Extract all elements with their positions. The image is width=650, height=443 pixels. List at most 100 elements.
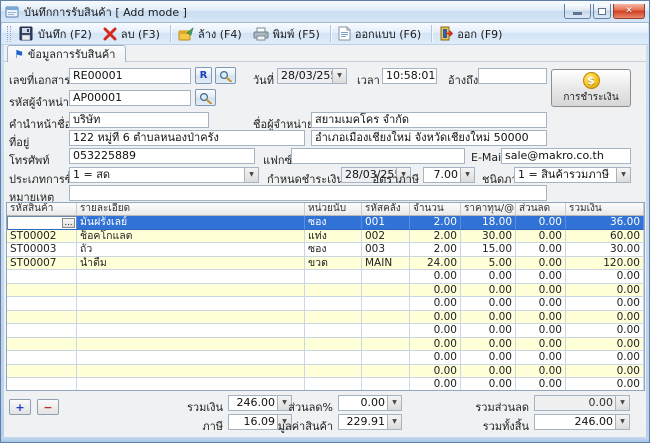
- grid-cell[interactable]: [305, 378, 362, 391]
- grid-cell[interactable]: [362, 284, 410, 298]
- column-header[interactable]: จำนวน: [410, 203, 461, 215]
- grid-cell[interactable]: 0.00: [516, 257, 566, 271]
- grid-row[interactable]: 0.000.000.000.00: [7, 338, 644, 352]
- grid-row[interactable]: 0.000.000.000.00: [7, 297, 644, 311]
- grid-cell[interactable]: [305, 270, 362, 284]
- grid-cell[interactable]: [7, 284, 77, 298]
- grid-cell[interactable]: 36.00: [566, 216, 644, 230]
- grid-row[interactable]: 0.000.000.000.00: [7, 284, 644, 298]
- tax-rate-select[interactable]: 7.00 ▼: [423, 167, 475, 183]
- grid-cell[interactable]: 0.00: [566, 311, 644, 325]
- grid-cell[interactable]: ST00001…: [7, 216, 77, 230]
- grid-row[interactable]: ST00007น้ำดื่มขวดMAIN24.005.000.00120.00: [7, 257, 644, 271]
- title-bar[interactable]: บันทึกการรับสินค้า [ Add mode ] ✕: [1, 1, 649, 23]
- address2-input[interactable]: อำเภอเมืองเชียงใหม่ จังหวัดเชียงใหม่ 500…: [311, 130, 547, 146]
- grid-cell[interactable]: [77, 324, 305, 338]
- grid-cell[interactable]: [77, 378, 305, 391]
- grid-cell[interactable]: [77, 284, 305, 298]
- grid-cell[interactable]: [7, 297, 77, 311]
- grid-cell[interactable]: 0.00: [566, 365, 644, 379]
- grid-cell[interactable]: ขวด: [305, 257, 362, 271]
- grid-cell[interactable]: [7, 378, 77, 391]
- doc-search-button[interactable]: [215, 67, 236, 84]
- close-button[interactable]: ✕: [613, 4, 645, 19]
- grid-cell[interactable]: [362, 378, 410, 391]
- grid-cell[interactable]: 0.00: [516, 297, 566, 311]
- grid-cell[interactable]: [362, 324, 410, 338]
- column-header[interactable]: ราคาทุน/@: [461, 203, 516, 215]
- grid-cell[interactable]: 0.00: [566, 378, 644, 391]
- grid-cell[interactable]: ST00007: [7, 257, 77, 271]
- grid-cell[interactable]: [77, 365, 305, 379]
- grid-cell[interactable]: 0.00: [461, 311, 516, 325]
- chevron-down-icon[interactable]: ▼: [616, 168, 630, 182]
- grid-cell[interactable]: [305, 324, 362, 338]
- column-header[interactable]: รหัสคลัง: [362, 203, 410, 215]
- grid-row[interactable]: 0.000.000.000.00: [7, 378, 644, 391]
- grid-cell[interactable]: 002: [362, 230, 410, 244]
- grid-row[interactable]: 0.000.000.000.00: [7, 324, 644, 338]
- grid-cell[interactable]: 0.00: [410, 365, 461, 379]
- date-picker[interactable]: 28/03/2556 ▼: [277, 68, 347, 84]
- grid-cell[interactable]: 0.00: [461, 324, 516, 338]
- grid-cell[interactable]: 003: [362, 243, 410, 257]
- grid-cell[interactable]: ซอง: [305, 243, 362, 257]
- add-row-button[interactable]: +: [9, 399, 31, 415]
- grid-cell[interactable]: [7, 270, 77, 284]
- grid-cell[interactable]: ช็อคโกแลต: [77, 230, 305, 244]
- run-number-button[interactable]: R: [195, 67, 212, 84]
- grid-cell[interactable]: ถั่ว: [77, 243, 305, 257]
- grid-cell[interactable]: [7, 365, 77, 379]
- grid-cell[interactable]: 0.00: [410, 351, 461, 365]
- grid-cell[interactable]: 0.00: [461, 284, 516, 298]
- ellipsis-button[interactable]: …: [62, 218, 75, 228]
- grid-cell[interactable]: 0.00: [516, 351, 566, 365]
- grid-cell[interactable]: 2.00: [410, 230, 461, 244]
- chevron-down-icon[interactable]: ▼: [387, 415, 401, 429]
- grid-cell[interactable]: ST00002: [7, 230, 77, 244]
- grid-cell[interactable]: [77, 351, 305, 365]
- grid-cell[interactable]: [362, 297, 410, 311]
- fax-input[interactable]: [291, 148, 465, 164]
- grid-cell[interactable]: [7, 351, 77, 365]
- goods-value-field[interactable]: 229.91 ▼: [338, 414, 402, 430]
- delete-button[interactable]: ลบ (F3): [99, 24, 167, 44]
- maximize-button[interactable]: [593, 4, 611, 19]
- grid-cell[interactable]: [362, 270, 410, 284]
- note-input[interactable]: [69, 185, 547, 201]
- grid-cell[interactable]: 5.00: [461, 257, 516, 271]
- grid-cell[interactable]: 0.00: [566, 338, 644, 352]
- grid-cell[interactable]: 0.00: [461, 270, 516, 284]
- chevron-down-icon[interactable]: ▼: [332, 69, 346, 83]
- grid-cell[interactable]: 120.00: [566, 257, 644, 271]
- grid-cell[interactable]: 0.00: [516, 270, 566, 284]
- grid-cell[interactable]: 0.00: [516, 216, 566, 230]
- grid-cell[interactable]: 001: [362, 216, 410, 230]
- grid-cell[interactable]: 0.00: [410, 338, 461, 352]
- supplier-code-input[interactable]: AP00001: [69, 90, 191, 106]
- tab-receive-goods[interactable]: ⚑ ข้อมูลการรับสินค้า: [7, 45, 126, 62]
- grid-cell[interactable]: [77, 338, 305, 352]
- grid-cell[interactable]: 30.00: [566, 243, 644, 257]
- grid-cell[interactable]: 0.00: [516, 284, 566, 298]
- grid-cell[interactable]: แท่ง: [305, 230, 362, 244]
- grid-cell[interactable]: [362, 365, 410, 379]
- grid-cell[interactable]: 0.00: [566, 351, 644, 365]
- grid-cell[interactable]: [305, 297, 362, 311]
- grid-cell[interactable]: [305, 338, 362, 352]
- print-button[interactable]: พิมพ์ (F5): [249, 24, 327, 44]
- grid-cell[interactable]: [305, 351, 362, 365]
- grid-cell[interactable]: 0.00: [410, 284, 461, 298]
- phone-input[interactable]: 053225889: [69, 148, 255, 164]
- grid-row[interactable]: ST00001…มันฝรั่งเลย์ซอง0012.0018.000.003…: [7, 216, 644, 230]
- grid-cell[interactable]: 0.00: [566, 284, 644, 298]
- grid-cell[interactable]: [77, 311, 305, 325]
- supplier-search-button[interactable]: [195, 89, 216, 106]
- grid-cell[interactable]: 0.00: [461, 351, 516, 365]
- column-header[interactable]: หน่วยนับ: [305, 203, 362, 215]
- discount-pct-field[interactable]: 0.00 ▼: [338, 395, 402, 411]
- grid-cell[interactable]: ซอง: [305, 216, 362, 230]
- save-button[interactable]: บันทึก (F2): [14, 24, 99, 44]
- grid-cell[interactable]: [305, 311, 362, 325]
- clear-button[interactable]: ล้าง (F4): [174, 24, 249, 44]
